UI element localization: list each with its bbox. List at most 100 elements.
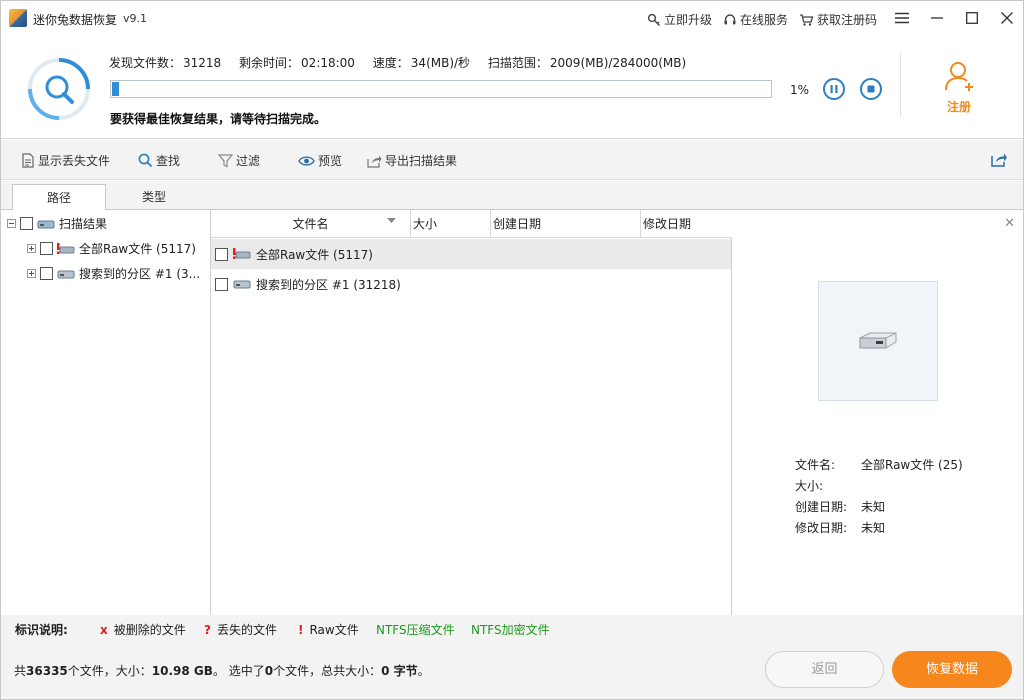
legend-ntfs-encrypted: NTFS加密文件 <box>471 623 550 637</box>
online-service-link[interactable]: 在线服务 <box>723 11 788 28</box>
total-size: 10.98 GB <box>151 664 213 678</box>
found-label: 发现文件数： <box>109 56 182 70</box>
raw-mark: ! <box>298 623 304 637</box>
app-logo-icon <box>9 9 27 27</box>
column-created[interactable]: 创建日期 <box>491 210 641 238</box>
row-checkbox[interactable] <box>215 277 228 291</box>
detail-created-value: 未知 <box>861 500 886 514</box>
app-version: v9.1 <box>123 12 148 25</box>
tree-checkbox[interactable] <box>40 242 53 255</box>
column-filename-label: 文件名 <box>292 217 329 231</box>
status-text-part: 个文件，总共大小： <box>273 664 382 678</box>
recover-data-button[interactable]: 恢复数据 <box>892 651 1012 688</box>
detail-modified-value: 未知 <box>861 521 886 535</box>
search-icon <box>138 153 153 168</box>
show-lost-files-label: 显示丢失文件 <box>38 154 111 168</box>
eye-icon <box>298 155 315 166</box>
detail-name-value: 全部Raw文件 (25) <box>861 458 963 472</box>
register-button[interactable]: 注册 <box>935 59 983 115</box>
filter-label: 过滤 <box>236 154 261 168</box>
deleted-mark: x <box>100 623 108 637</box>
main-window: 迷你兔数据恢复 v9.1 立即升级 在线服务 获取注册码 发现文件数： 3121… <box>0 0 1024 700</box>
remaining-value: 02:18:00 <box>301 56 355 70</box>
selected-count: 0 <box>264 664 274 678</box>
get-code-link[interactable]: 获取注册码 <box>799 11 877 28</box>
tree-item-scan-results[interactable]: 扫描结果 <box>7 215 107 232</box>
status-text-part: 共 <box>14 664 27 678</box>
scan-progress-fill <box>112 82 119 96</box>
folder-tree: 扫描结果 全部Raw文件 (5117) 搜索到的分区 #1 (3... <box>1 210 211 615</box>
menu-button[interactable] <box>891 7 913 29</box>
share-button[interactable] <box>991 152 1008 167</box>
tree-checkbox[interactable] <box>40 267 53 280</box>
tree-item-partition[interactable]: 搜索到的分区 #1 (3... <box>27 265 200 282</box>
tree-checkbox[interactable] <box>20 217 33 230</box>
export-scan-label: 导出扫描结果 <box>385 154 458 168</box>
close-icon <box>1001 12 1013 24</box>
tab-path[interactable]: 路径 <box>12 184 106 211</box>
detail-size-label: 大小: <box>795 479 824 493</box>
export-scan-button[interactable]: 导出扫描结果 <box>367 152 457 169</box>
scan-panel: 发现文件数： 31218 剩余时间： 02:18:00 速度： 34(MB)/秒 扫描… <box>1 37 1023 139</box>
filter-button[interactable]: 过滤 <box>218 152 260 169</box>
lost-mark: ? <box>204 623 211 637</box>
legend-raw-label: Raw文件 <box>309 623 359 637</box>
find-button[interactable]: 查找 <box>138 152 180 169</box>
legend-lost: ? 丢失的文件 <box>204 621 277 638</box>
maximize-button[interactable] <box>961 7 983 29</box>
expand-toggle[interactable] <box>27 244 36 253</box>
export-icon <box>367 155 382 168</box>
total-files: 36335 <box>26 664 68 678</box>
legend-raw: ! Raw文件 <box>298 621 359 638</box>
raw-drive-icon <box>233 248 251 259</box>
partition-drive-icon <box>233 280 251 289</box>
status-bar: 共36335个文件，大小：10.98 GB。 选中了0个文件，总共大小：0 字节… <box>1 643 1023 699</box>
hamburger-icon <box>895 12 909 24</box>
table-row[interactable]: 全部Raw文件 (5117) <box>211 239 731 269</box>
find-label: 查找 <box>156 154 181 168</box>
document-icon <box>22 153 34 168</box>
upgrade-link[interactable]: 立即升级 <box>647 11 712 28</box>
show-lost-files-button[interactable]: 显示丢失文件 <box>21 152 110 169</box>
column-filename[interactable]: 文件名 <box>211 210 411 238</box>
preview-details: 文件名: 全部Raw文件 (25) 大小: 创建日期: 未知 修改日期: 未知 <box>795 456 963 540</box>
detail-name-label: 文件名: <box>795 458 836 472</box>
stop-icon <box>867 85 875 93</box>
status-text-part: 个文件，大小： <box>67 664 152 678</box>
detail-created-label: 创建日期: <box>795 500 848 514</box>
remaining-label: 剩余时间： <box>239 56 300 70</box>
tree-item-label: 搜索到的分区 #1 (3... <box>79 267 201 281</box>
row-checkbox[interactable] <box>215 247 228 261</box>
status-summary: 共36335个文件，大小：10.98 GB。 选中了0个文件，总共大小：0 字节… <box>14 662 430 679</box>
stop-button[interactable] <box>860 78 882 100</box>
back-button[interactable]: 返回 <box>765 651 884 688</box>
tree-item-raw-files[interactable]: 全部Raw文件 (5117) <box>27 240 196 257</box>
column-size[interactable]: 大小 <box>411 210 491 238</box>
sort-arrow-icon <box>387 218 396 223</box>
tab-type[interactable]: 类型 <box>107 184 201 210</box>
scan-hint: 要获得最佳恢复结果，请等待扫描完成。 <box>110 112 327 126</box>
scan-progress-bar <box>110 80 772 98</box>
title-bar: 迷你兔数据恢复 v9.1 立即升级 在线服务 获取注册码 <box>1 1 1023 37</box>
user-add-icon <box>945 62 973 91</box>
pause-button[interactable] <box>823 78 845 100</box>
column-modified[interactable]: 修改日期 <box>641 210 732 238</box>
tree-item-label: 全部Raw文件 (5117) <box>79 242 196 256</box>
cart-icon <box>800 13 814 26</box>
minimize-button[interactable] <box>926 7 948 29</box>
close-button[interactable] <box>996 7 1018 29</box>
scan-magnifier-icon <box>28 58 90 120</box>
table-row[interactable]: 搜索到的分区 #1 (31218) <box>211 269 731 299</box>
range-label: 扫描范围： <box>487 56 548 70</box>
preview-close-icon[interactable]: ✕ <box>1004 216 1015 231</box>
expand-toggle[interactable] <box>27 269 36 278</box>
online-service-label: 在线服务 <box>740 13 789 27</box>
drive-icon <box>37 220 55 228</box>
legend-lost-label: 丢失的文件 <box>216 623 277 637</box>
collapse-toggle[interactable] <box>7 219 16 228</box>
divider <box>900 53 901 117</box>
preview-button[interactable]: 预览 <box>298 152 342 169</box>
status-text-part: 。 选中了 <box>212 664 265 678</box>
progress-percent: 1% <box>790 83 810 97</box>
headset-icon <box>724 13 736 24</box>
